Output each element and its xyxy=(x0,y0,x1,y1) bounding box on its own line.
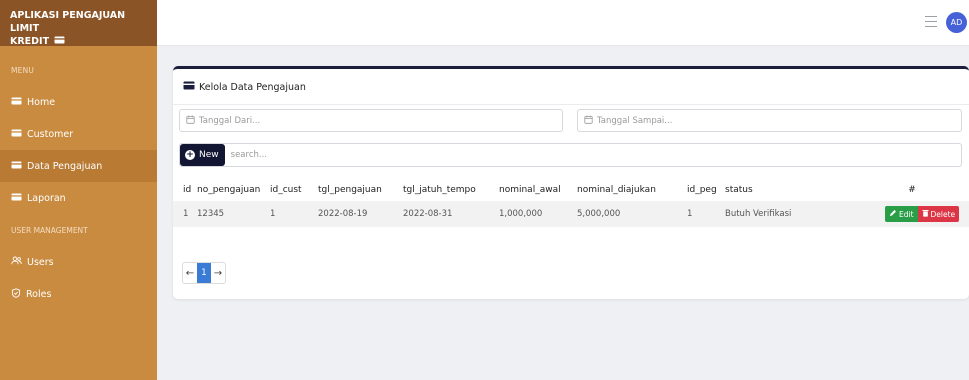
sidebar-item-roles[interactable]: Roles xyxy=(0,278,157,310)
column-header: no_pengajuan xyxy=(197,185,261,195)
column-header: # xyxy=(908,185,916,195)
sidebar-item-users[interactable]: Users xyxy=(0,246,157,278)
column-header: nominal_awal xyxy=(499,185,561,195)
user-management-heading: USER MANAGEMENT xyxy=(11,226,88,235)
trash-icon xyxy=(922,209,931,219)
column-header: tgl_pengajuan xyxy=(318,185,382,195)
edit-button-label: Edit xyxy=(899,209,914,219)
sidebar-item-label: Home xyxy=(27,96,56,108)
app-title-line1: APLIKASI PENGAJUAN LIMIT xyxy=(10,10,126,34)
date-to-placeholder: Tanggal Sampai... xyxy=(597,115,673,126)
column-header: nominal_diajukan xyxy=(577,185,656,195)
card-icon xyxy=(11,193,27,204)
table-row: 1 12345 1 2022-08-19 2022-08-31 1,000,00… xyxy=(173,201,969,227)
cell-tgl-pengajuan: 2022-08-19 xyxy=(314,201,399,227)
pagination-prev[interactable]: ← xyxy=(183,263,197,283)
pencil-icon xyxy=(889,209,899,219)
pagination-page-current[interactable]: 1 xyxy=(197,263,211,283)
card-title: Kelola Data Pengajuan xyxy=(183,81,306,93)
new-button[interactable]: + New xyxy=(180,144,225,166)
sidebar: APLIKASI PENGAJUAN LIMIT KREDIT MENU Hom… xyxy=(0,0,157,380)
calendar-icon xyxy=(584,115,597,127)
search-bar: + New search... xyxy=(179,143,962,167)
cell-id: 1 xyxy=(173,201,193,227)
column-header: id_peg xyxy=(687,185,717,195)
sidebar-item-home[interactable]: Home xyxy=(0,86,157,118)
card-icon xyxy=(54,35,65,48)
sidebar-item-data-pengajuan[interactable]: Data Pengajuan xyxy=(0,150,157,182)
delete-button[interactable]: Delete xyxy=(917,206,960,222)
app-brand[interactable]: APLIKASI PENGAJUAN LIMIT KREDIT xyxy=(0,0,157,48)
sidebar-item-customer[interactable]: Customer xyxy=(0,118,157,150)
pagination: ← 1 → xyxy=(182,262,226,284)
cell-status: Butuh Verifikasi xyxy=(721,201,851,227)
cell-nominal-awal: 1,000,000 xyxy=(495,201,573,227)
edit-button[interactable]: Edit xyxy=(885,206,918,222)
column-header: id_cust xyxy=(270,185,302,195)
date-to-input[interactable]: Tanggal Sampai... xyxy=(577,109,962,132)
menu-toggle-icon[interactable] xyxy=(925,16,937,27)
new-button-label: New xyxy=(199,150,219,160)
calendar-icon xyxy=(186,115,199,127)
cell-id-cust: 1 xyxy=(266,201,314,227)
column-header: status xyxy=(725,185,753,195)
plus-icon: + xyxy=(185,150,195,160)
cell-tgl-jatuh-tempo: 2022-08-31 xyxy=(399,201,495,227)
topbar: AD xyxy=(157,0,969,46)
users-icon xyxy=(11,256,27,268)
sidebar-item-laporan[interactable]: Laporan xyxy=(0,182,157,214)
pagination-next[interactable]: → xyxy=(211,263,225,283)
cell-no-pengajuan: 12345 xyxy=(193,201,266,227)
menu-heading: MENU xyxy=(11,66,35,75)
card-icon xyxy=(11,97,27,108)
card-title-text: Kelola Data Pengajuan xyxy=(199,81,306,93)
app-title-line2: KREDIT xyxy=(10,36,50,47)
cell-actions: Edit Delete xyxy=(851,201,969,227)
sidebar-item-label: Roles xyxy=(26,288,52,300)
card-icon xyxy=(11,129,27,140)
divider xyxy=(173,104,969,105)
sidebar-item-label: Customer xyxy=(27,128,74,140)
avatar[interactable]: AD xyxy=(946,12,967,33)
sidebar-item-label: Data Pengajuan xyxy=(27,160,103,172)
date-from-placeholder: Tanggal Dari... xyxy=(199,115,261,126)
shield-icon xyxy=(11,287,26,301)
sidebar-item-label: Users xyxy=(27,256,54,268)
delete-button-label: Delete xyxy=(930,209,956,219)
column-header: tgl_jatuh_tempo xyxy=(403,185,476,195)
search-input[interactable]: search... xyxy=(231,150,267,160)
pengajuan-table: id no_pengajuan id_cust tgl_pengajuan tg… xyxy=(173,179,969,227)
table-header-row: id no_pengajuan id_cust tgl_pengajuan tg… xyxy=(173,179,969,201)
cell-id-peg: 1 xyxy=(683,201,721,227)
cell-nominal-diajukan: 5,000,000 xyxy=(573,201,683,227)
card-icon xyxy=(11,161,27,172)
column-header: id xyxy=(183,185,192,195)
sidebar-item-label: Laporan xyxy=(27,192,66,204)
date-from-input[interactable]: Tanggal Dari... xyxy=(179,109,563,132)
data-pengajuan-card: Kelola Data Pengajuan Tanggal Dari... Ta… xyxy=(173,66,969,299)
card-icon xyxy=(183,81,199,93)
